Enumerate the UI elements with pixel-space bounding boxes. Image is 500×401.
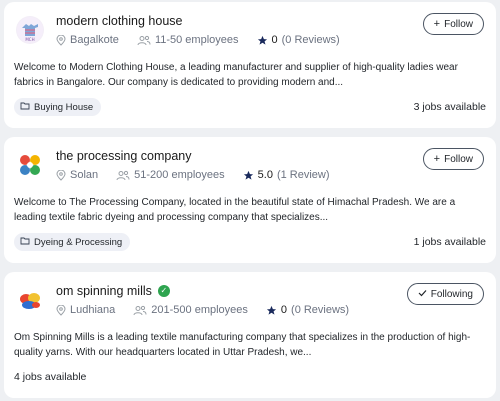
company-logo xyxy=(16,151,44,179)
users-icon xyxy=(137,35,151,46)
users-icon xyxy=(133,305,147,316)
location-text: Bagalkote xyxy=(70,34,119,46)
location-pin-icon xyxy=(56,169,66,181)
jobs-available[interactable]: 4 jobs available xyxy=(14,371,86,383)
checkmark-icon xyxy=(418,289,427,300)
location-pin-icon xyxy=(56,34,66,46)
category-tag[interactable]: Dyeing & Processing xyxy=(14,233,131,251)
star-icon xyxy=(266,305,277,316)
company-meta: Bagalkote 11-50 employees 0 (0 Reviews) xyxy=(56,34,340,46)
rating-value: 0 xyxy=(271,34,278,46)
follow-button[interactable]: + Follow xyxy=(422,13,484,35)
company-logo xyxy=(16,286,44,314)
folder-icon xyxy=(20,101,30,113)
company-description: Welcome to The Processing Company, locat… xyxy=(14,197,456,223)
company-card[interactable]: the processing company Solan 51-200 empl… xyxy=(4,137,496,263)
jobs-available[interactable]: 3 jobs available xyxy=(414,101,486,113)
rating-value: 5.0 xyxy=(257,169,273,181)
svg-text:MCH: MCH xyxy=(25,37,34,42)
company-name[interactable]: modern clothing house xyxy=(56,14,182,28)
follow-button[interactable]: + Follow xyxy=(422,148,484,170)
company-meta: Solan 51-200 employees 5.0 (1 Review) xyxy=(56,169,330,181)
location-pin-icon xyxy=(56,304,66,316)
verified-check-icon: ✓ xyxy=(157,285,170,297)
company-description: Welcome to Modern Clothing House, a lead… xyxy=(14,62,458,88)
following-button[interactable]: Following xyxy=(406,283,484,305)
company-logo: MCH xyxy=(16,16,44,44)
plus-icon: + xyxy=(433,153,441,165)
company-meta: Ludhiana 201-500 employees 0 (0 Reviews) xyxy=(56,304,349,316)
star-icon xyxy=(243,170,254,181)
company-description: Om Spinning Mills is a leading textile m… xyxy=(14,332,471,358)
users-icon xyxy=(116,170,130,181)
folder-icon xyxy=(20,236,30,248)
plus-icon: + xyxy=(433,18,441,30)
company-name[interactable]: the processing company xyxy=(56,149,192,163)
reviews-count[interactable]: (1 Review) xyxy=(277,169,330,181)
reviews-count[interactable]: (0 Reviews) xyxy=(282,34,340,46)
employees-text: 201-500 employees xyxy=(151,304,248,316)
jobs-available[interactable]: 1 jobs available xyxy=(414,236,486,248)
category-tag[interactable]: Buying House xyxy=(14,98,102,116)
star-icon xyxy=(257,35,268,46)
company-card[interactable]: om spinning mills ✓ Ludhiana 201-500 emp… xyxy=(4,272,496,398)
location-text: Ludhiana xyxy=(70,304,116,316)
location-text: Solan xyxy=(70,169,99,181)
company-name[interactable]: om spinning mills ✓ xyxy=(56,284,170,298)
reviews-count[interactable]: (0 Reviews) xyxy=(291,304,349,316)
company-card[interactable]: MCH modern clothing house Bagalkote 11-5… xyxy=(4,2,496,128)
employees-text: 11-50 employees xyxy=(154,34,239,46)
rating-value: 0 xyxy=(280,304,288,316)
employees-text: 51-200 employees xyxy=(134,169,225,181)
